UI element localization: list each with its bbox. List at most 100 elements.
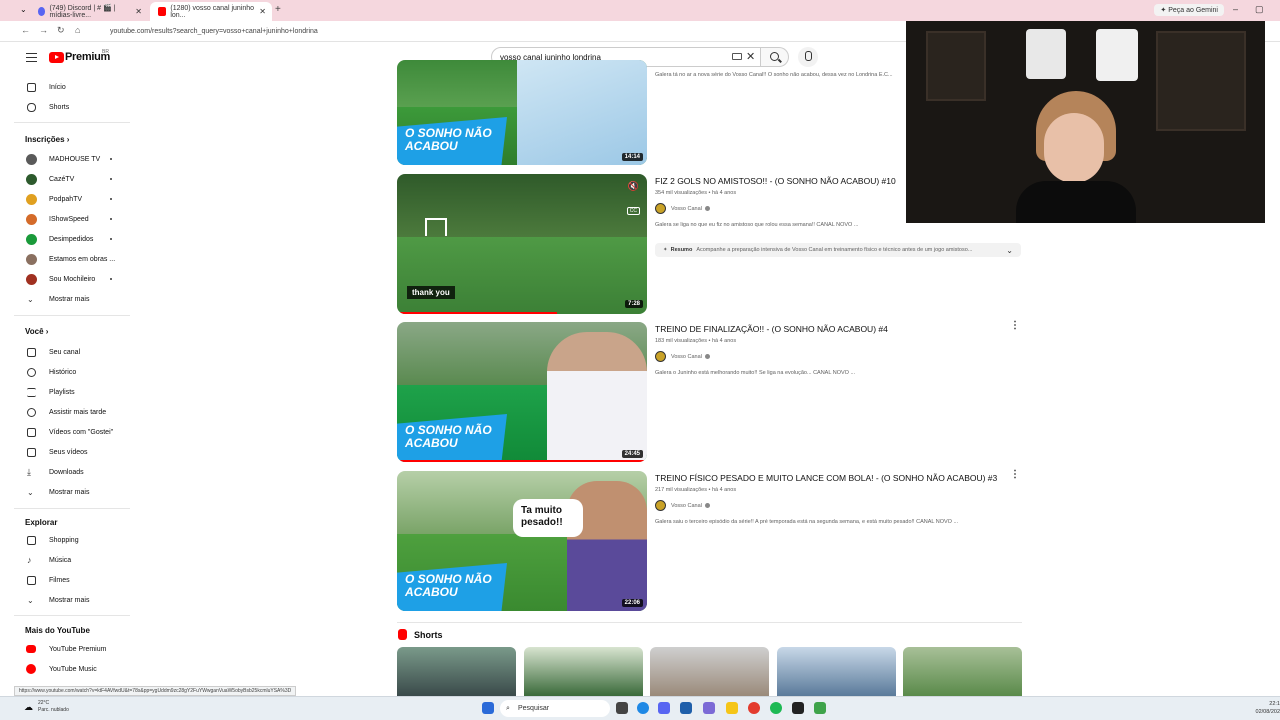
link-status-bar: https://www.youtube.com/watch?v=ktF4AVfw…	[14, 686, 297, 696]
webcam-jersey	[1026, 29, 1066, 79]
sidebar-show-more-subs[interactable]: ⌄ Mostrar mais	[14, 291, 130, 307]
short-thumbnail[interactable]	[524, 647, 643, 696]
tab-youtube[interactable]: (1280) vosso canal juninho lon... ✕	[150, 2, 272, 21]
sidebar-item-sou-mochileiro[interactable]: Sou Mochileiro	[14, 271, 130, 287]
sidebar-item-label: Shopping	[49, 536, 79, 544]
ai-summary-bar[interactable]: ✦ Resumo Acompanhe a preparação intensiv…	[655, 243, 1021, 257]
sidebar-item-estamos-em-obras[interactable]: Estamos em obras ...	[14, 251, 130, 267]
sidebar-item-shopping[interactable]: Shopping	[14, 532, 130, 548]
you-header[interactable]: Você ›	[25, 327, 48, 336]
channel-row[interactable]: Vosso Canal	[655, 203, 896, 214]
summary-text: Acompanhe a preparação intensiva de Voss…	[696, 247, 973, 253]
thumbnail-goal	[425, 218, 447, 236]
video-thumbnail[interactable]: 🔇 CC thank you 7:28	[397, 174, 647, 314]
sidebar-item-label: Seu canal	[49, 348, 81, 356]
sidebar-item-desimpedidos[interactable]: Desimpedidos	[14, 231, 130, 247]
chrome-icon[interactable]	[748, 702, 760, 714]
short-thumbnail[interactable]	[903, 647, 1022, 696]
obs-icon[interactable]	[792, 702, 804, 714]
sidebar-item-your-channel[interactable]: Seu canal	[14, 344, 130, 360]
video-thumbnail[interactable]: O SONHO NÃO ACABOU 24:45	[397, 322, 647, 462]
more-options-icon[interactable]: ⋮	[1010, 469, 1020, 480]
home-icon[interactable]: ⌂	[75, 25, 80, 35]
chevron-down-icon: ⌄	[27, 595, 34, 605]
close-icon[interactable]: ✕	[259, 7, 266, 16]
clear-search-icon[interactable]: ✕	[746, 50, 755, 63]
chevron-down-icon[interactable]: ⌄	[1006, 246, 1013, 255]
sidebar-show-more-you[interactable]: ⌄ Mostrar mais	[14, 484, 130, 500]
sidebar-item-home[interactable]: Início	[14, 79, 130, 95]
more-options-icon[interactable]: ⋮	[1010, 320, 1020, 331]
video-info: TREINO FÍSICO PESADO E MUITO LANCE COM B…	[655, 473, 997, 525]
sidebar-item-watch-later[interactable]: Assistir mais tarde	[14, 404, 130, 420]
video-title[interactable]: TREINO FÍSICO PESADO E MUITO LANCE COM B…	[655, 473, 997, 483]
video-title[interactable]: FIZ 2 GOLS NO AMISTOSO!! - (O SONHO NÃO …	[655, 176, 896, 186]
forward-icon[interactable]: →	[39, 25, 48, 35]
edge-icon[interactable]	[637, 702, 649, 714]
sidebar-show-more-explore[interactable]: ⌄ Mostrar mais	[14, 592, 130, 608]
app-icon[interactable]	[680, 702, 692, 714]
restore-icon[interactable]: ▢	[1255, 4, 1264, 15]
windows-start-icon[interactable]	[482, 702, 494, 714]
gemini-button[interactable]: ✦ Peça ao Gemini	[1154, 4, 1224, 16]
taskbar-search[interactable]: ⌕ Pesquisar	[500, 700, 610, 717]
sidebar-item-cazetv[interactable]: CazéTV	[14, 171, 130, 187]
sidebar-item-ishowspeed[interactable]: IShowSpeed	[14, 211, 130, 227]
app-icon[interactable]	[814, 702, 826, 714]
keyboard-icon[interactable]	[732, 53, 742, 60]
sidebar-item-label: YouTube Music	[49, 665, 97, 673]
chevron-down-icon: ⌄	[27, 487, 34, 497]
sidebar-item-movies[interactable]: Filmes	[14, 572, 130, 588]
sidebar-item-your-videos[interactable]: Seus vídeos	[14, 444, 130, 460]
sidebar-item-youtube-music[interactable]: YouTube Music	[14, 661, 130, 677]
app-icon[interactable]	[703, 702, 715, 714]
discord-icon[interactable]	[658, 702, 670, 714]
voice-search-button[interactable]	[798, 47, 818, 67]
video-description: Galera tá no ar a nova série do Vosso Ca…	[655, 72, 893, 78]
video-thumbnail[interactable]: Ta muito pesado!! O SONHO NÃO ACABOU 22:…	[397, 471, 647, 611]
short-thumbnail[interactable]	[397, 647, 516, 696]
reload-icon[interactable]: ↻	[57, 25, 65, 36]
sidebar-item-madhouse[interactable]: MADHOUSE TV	[14, 151, 130, 167]
sidebar-divider	[14, 508, 130, 509]
sidebar-item-youtube-premium[interactable]: YouTube Premium	[14, 641, 130, 657]
new-tab-button[interactable]: +	[275, 4, 281, 15]
tab-list-chevron-icon[interactable]: ⌄	[20, 5, 27, 14]
yt-music-icon	[26, 664, 36, 674]
mute-icon[interactable]: 🔇	[628, 181, 639, 192]
task-view-icon[interactable]	[616, 702, 628, 714]
weather-icon: ☁	[24, 702, 33, 712]
captions-icon[interactable]: CC	[626, 207, 640, 215]
video-title[interactable]: TREINO DE FINALIZAÇÃO!! - (O SONHO NÃO A…	[655, 324, 888, 334]
search-button[interactable]	[761, 47, 789, 67]
sidebar-item-music[interactable]: ♪ Música	[14, 552, 130, 568]
short-thumbnail[interactable]	[650, 647, 769, 696]
spotify-icon[interactable]	[770, 702, 782, 714]
sidebar-item-podpah[interactable]: PodpahTV	[14, 191, 130, 207]
minimize-icon[interactable]: –	[1233, 4, 1238, 14]
channel-row[interactable]: Vosso Canal	[655, 500, 997, 511]
clock-date: 02/08/202	[1255, 709, 1280, 715]
file-explorer-icon[interactable]	[726, 702, 738, 714]
tab-discord[interactable]: (749) Discord | # 🎬 | mídias-livre... ✕	[30, 2, 148, 21]
weather-widget[interactable]: 22°C Parc. nublado	[38, 700, 69, 714]
sidebar-item-label: Seus vídeos	[49, 448, 88, 456]
sidebar-item-liked-videos[interactable]: Vídeos com "Gostei"	[14, 424, 130, 440]
video-thumbnail[interactable]: O SONHO NÃO ACABOU 14:14	[397, 60, 647, 165]
sidebar-item-label: Sou Mochileiro	[49, 275, 96, 283]
url-text: youtube.com/results?search_query=vosso+c…	[110, 28, 318, 35]
menu-icon[interactable]	[26, 53, 37, 62]
channel-row[interactable]: Vosso Canal	[655, 351, 888, 362]
short-thumbnail[interactable]	[777, 647, 896, 696]
sidebar-item-downloads[interactable]: ⤓ Downloads	[14, 464, 130, 480]
subscriptions-header[interactable]: Inscrições ›	[25, 135, 69, 144]
sidebar-item-label: IShowSpeed	[49, 215, 89, 223]
youtube-logo-icon[interactable]	[49, 52, 64, 63]
sidebar-item-history[interactable]: Histórico	[14, 364, 130, 380]
new-content-dot	[110, 218, 112, 220]
sidebar-item-shorts[interactable]: Shorts	[14, 99, 130, 115]
system-clock[interactable]: 22:1 02/08/202	[1256, 700, 1280, 716]
close-icon[interactable]: ✕	[135, 7, 142, 16]
back-icon[interactable]: ←	[21, 25, 30, 35]
sidebar-item-playlists[interactable]: Playlists	[14, 384, 130, 400]
